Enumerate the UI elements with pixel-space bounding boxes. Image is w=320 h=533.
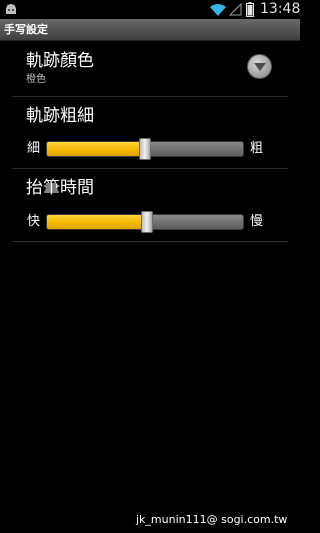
wifi-icon [210, 3, 226, 16]
pref-track-color-title: 軌跡顏色 [26, 51, 94, 71]
slider-min-label: 快 [27, 214, 41, 229]
status-bar: 13:48 [0, 0, 300, 19]
pref-lift-time-title: 抬筆時間 [26, 178, 94, 198]
pref-track-color-summary: 橙色 [26, 74, 46, 85]
pref-track-width: 軌跡粗細 細 粗 [0, 97, 300, 168]
slider-max-label: 慢 [250, 214, 264, 229]
page-title: 手写設定 [4, 23, 48, 36]
battery-icon [246, 2, 254, 17]
slider-min-label: 細 [27, 141, 41, 156]
status-clock: 13:48 [260, 1, 301, 17]
track-width-slider-fill [47, 142, 145, 156]
track-width-slider-thumb[interactable] [139, 138, 151, 160]
android-icon [6, 4, 16, 14]
color-dropdown-button[interactable] [247, 54, 272, 79]
title-bar: 手写設定 [0, 19, 300, 41]
lift-time-slider-fill [47, 215, 147, 229]
signal-icon [229, 3, 242, 16]
pref-track-width-title: 軌跡粗細 [26, 106, 94, 126]
pref-lift-time: 抬筆時間 快 慢 [0, 169, 300, 241]
lift-time-slider-thumb[interactable] [140, 211, 153, 233]
watermark-text: jk_munin111@ sogi.com.tw [136, 513, 288, 526]
divider [12, 241, 288, 242]
slider-max-label: 粗 [250, 141, 264, 156]
chevron-down-icon [254, 63, 266, 71]
